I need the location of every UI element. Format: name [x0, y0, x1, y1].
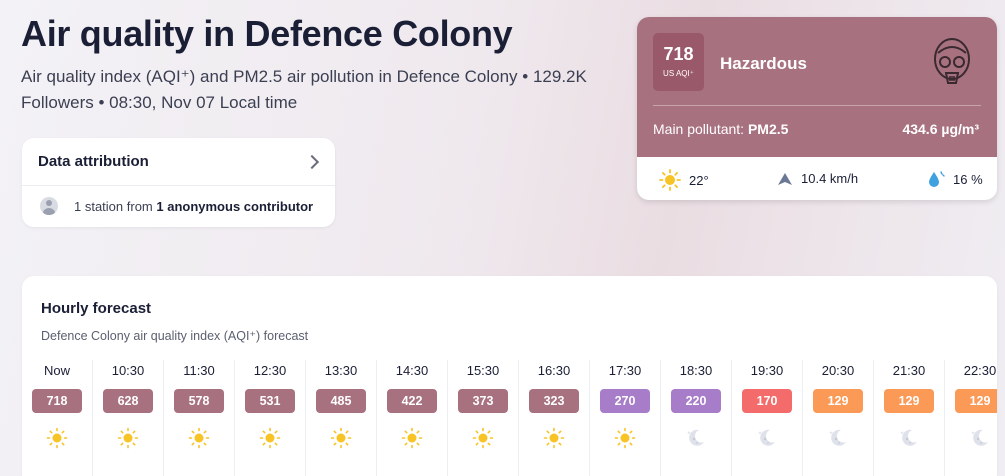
- forecast-hour-time: 14:30: [395, 363, 429, 378]
- forecast-hour-9: 18:30 220: [661, 360, 732, 476]
- forecast-hour-6: 15:30 373: [448, 360, 519, 476]
- forecast-hour-time: 19:30: [750, 363, 784, 378]
- sun-icon: [117, 427, 139, 449]
- sun-icon: [401, 427, 423, 449]
- forecast-hour-8: 17:30 270: [590, 360, 661, 476]
- sun-icon: [659, 169, 681, 191]
- aqi-unit: US AQI⁺: [663, 69, 694, 78]
- moon-icon: [969, 427, 991, 449]
- sun-icon: [46, 427, 68, 449]
- forecast-aqi-badge: 422: [387, 389, 437, 413]
- forecast-hour-2: 11:30 578: [164, 360, 235, 476]
- forecast-hour-3: 12:30 531: [235, 360, 306, 476]
- forecast-hour-time: 16:30: [537, 363, 571, 378]
- forecast-aqi-badge: 718: [32, 389, 82, 413]
- aqi-summary-card: 718 US AQI⁺ Hazardous Main pollutant: PM…: [637, 17, 997, 200]
- forecast-hour-0: Now 718: [22, 360, 93, 476]
- chevron-right-icon: [304, 154, 320, 169]
- forecast-aqi-badge: 129: [813, 389, 863, 413]
- forecast-hour-time: 18:30: [679, 363, 713, 378]
- data-attribution-title: Data attribution: [38, 153, 149, 170]
- station-contributor[interactable]: 1 anonymous contributor: [156, 199, 313, 214]
- forecast-aqi-badge: 220: [671, 389, 721, 413]
- forecast-aqi-badge: 129: [955, 389, 997, 413]
- forecast-aqi-badge: 485: [316, 389, 366, 413]
- forecast-hour-5: 14:30 422: [377, 360, 448, 476]
- aqi-summary-header: 718 US AQI⁺ Hazardous Main pollutant: PM…: [637, 17, 997, 157]
- forecast-hour-time: 15:30: [466, 363, 500, 378]
- humidity-value: 16 %: [953, 171, 983, 187]
- main-pollutant: Main pollutant: PM2.5: [653, 121, 788, 137]
- wind-direction-icon: [778, 172, 792, 185]
- aqi-value-box: 718 US AQI⁺: [653, 33, 704, 91]
- data-attribution-card: Data attribution 1 station from 1 anonym…: [22, 138, 335, 227]
- forecast-hour-time: 11:30: [183, 363, 215, 378]
- forecast-aqi-badge: 270: [600, 389, 650, 413]
- forecast-hour-11: 20:30 129: [803, 360, 874, 476]
- forecast-aqi-badge: 323: [529, 389, 579, 413]
- forecast-aqi-badge: 373: [458, 389, 508, 413]
- forecast-hour-12: 21:30 129: [874, 360, 945, 476]
- page-subtitle: Air quality index (AQI⁺) and PM2.5 air p…: [21, 67, 587, 112]
- gas-mask-icon: [934, 38, 970, 84]
- forecast-aqi-badge: 170: [742, 389, 792, 413]
- aqi-value: 718: [663, 44, 694, 64]
- humidity-item: 16 %: [927, 170, 983, 188]
- forecast-hours[interactable]: Now 718 10:30 628 11:30 578 12:30 531 13:30 485 14…: [22, 360, 997, 476]
- sun-icon: [188, 427, 210, 449]
- wind-value: 10.4 km/h: [801, 171, 859, 186]
- forecast-aqi-badge: 531: [245, 389, 295, 413]
- forecast-hour-time: 21:30: [892, 363, 926, 378]
- sun-icon: [472, 427, 494, 449]
- forecast-hour-4: 13:30 485: [306, 360, 377, 476]
- data-attribution-header[interactable]: Data attribution: [22, 138, 335, 186]
- forecast-hour-time: 17:30: [608, 363, 642, 378]
- temperature-value: 22°: [689, 172, 709, 188]
- forecast-hour-1: 10:30 628: [93, 360, 164, 476]
- humidity-drop-icon: [929, 171, 945, 187]
- forecast-hour-7: 16:30 323: [519, 360, 590, 476]
- forecast-aqi-badge: 628: [103, 389, 153, 413]
- moon-icon: [756, 427, 778, 449]
- wind-item: 10.4 km/h: [777, 171, 858, 186]
- forecast-hour-time: 10:30: [111, 363, 145, 378]
- station-info: 1 station from 1 anonymous contributor: [22, 186, 335, 226]
- forecast-hour-10: 19:30 170: [732, 360, 803, 476]
- station-prefix: 1 station from: [74, 198, 157, 214]
- hourly-forecast-card: Hourly forecast Defence Colony air quali…: [22, 276, 997, 476]
- page-title: Air quality in Defence Colony: [21, 13, 513, 54]
- main-pollutant-label: Main pollutant:: [653, 121, 748, 137]
- forecast-hour-time: Now: [43, 363, 70, 378]
- user-avatar-icon: [40, 197, 58, 215]
- forecast-aqi-badge: 129: [884, 389, 934, 413]
- weather-strip: 22° 10.4 km/h 16 %: [637, 157, 997, 200]
- forecast-hour-time: 20:30: [821, 363, 855, 378]
- main-pollutant-value: PM2.5: [747, 121, 789, 137]
- sun-icon: [259, 427, 281, 449]
- moon-icon: [898, 427, 920, 449]
- sun-icon: [614, 427, 636, 449]
- pollutant-concentration: 434.6 µg/m³: [902, 121, 979, 137]
- forecast-title: Hourly forecast: [41, 300, 152, 317]
- forecast-hour-13: 22:30 129: [945, 360, 997, 476]
- sun-icon: [330, 427, 352, 449]
- aqi-divider: [653, 105, 981, 106]
- forecast-hour-time: 13:30: [324, 363, 358, 378]
- forecast-hour-time: 22:30: [963, 363, 997, 378]
- moon-icon: [827, 427, 849, 449]
- sun-icon: [543, 427, 565, 449]
- forecast-subtitle: Defence Colony air quality index (AQI⁺) …: [41, 329, 309, 343]
- moon-icon: [685, 427, 707, 449]
- temperature-item: 22°: [659, 169, 709, 191]
- aqi-level: Hazardous: [720, 54, 807, 73]
- forecast-hour-time: 12:30: [253, 363, 287, 378]
- forecast-aqi-badge: 578: [174, 389, 224, 413]
